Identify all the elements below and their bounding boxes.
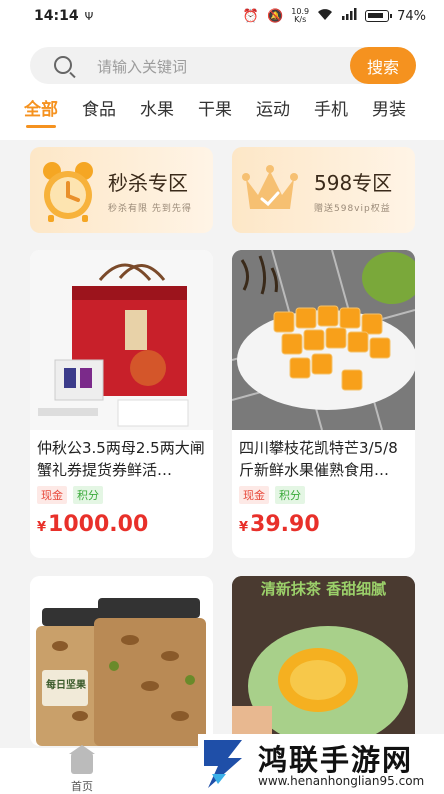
watermark-logo-icon <box>204 740 242 788</box>
price-value: 1000.00 <box>48 512 149 537</box>
promo-title: 598专区 <box>314 171 393 195</box>
598-zone-card[interactable]: 598专区 赠送598vip权益 <box>232 147 415 233</box>
nuts-jar-label: 每日坚果 <box>46 680 86 691</box>
mixed-nuts-jar-image: 每日坚果 <box>30 576 213 746</box>
tab-dried-fruit[interactable]: 干果 <box>198 90 232 130</box>
home-icon <box>69 745 95 774</box>
promo-subtitle: 秒杀有限 先到先得 <box>108 204 192 214</box>
product-price: ¥39.90 <box>232 504 415 537</box>
search-input[interactable]: 请输入关键词 <box>97 56 187 77</box>
watermark-title: 鸿联手游网 <box>258 743 414 777</box>
battery-percent: 74% <box>397 8 426 24</box>
search-button[interactable]: 搜索 <box>350 47 416 84</box>
signal-icon <box>341 8 357 24</box>
matcha-pastry-image: 清新抹茶 香甜细腻 <box>232 576 415 746</box>
net-speed-unit: K/s <box>294 15 307 24</box>
search-bar[interactable]: 请输入关键词 搜索 <box>30 47 416 84</box>
crown-icon <box>242 165 298 209</box>
product-card[interactable]: 仲秋公3.5两母2.5两大闸蟹礼券提货券鲜活… 现金 积分 ¥1000.00 <box>30 250 213 558</box>
search-icon <box>54 56 72 74</box>
product-card[interactable]: 每日坚果 <box>30 576 213 746</box>
wifi-icon <box>317 8 333 25</box>
tab-fruit[interactable]: 水果 <box>140 90 174 130</box>
header: 请输入关键词 搜索 全部 食品 水果 干果 运动 手机 男装 <box>0 32 444 140</box>
crab-gift-box-image <box>30 250 213 430</box>
net-speed: 10.9 K/s <box>291 8 309 24</box>
tab-phones[interactable]: 手机 <box>314 90 348 130</box>
tab-menswear[interactable]: 男装 <box>372 90 406 130</box>
product-price: ¥1000.00 <box>30 504 213 537</box>
pastry-banner: 清新抹茶 香甜细腻 <box>232 580 415 598</box>
pastry-banner-text: 清新抹茶 香甜细腻 <box>260 580 387 598</box>
usb-icon: Ψ <box>84 9 94 23</box>
currency-symbol: ¥ <box>239 520 249 535</box>
nav-home[interactable]: 首页 <box>62 745 102 794</box>
battery-icon <box>365 10 393 22</box>
price-value: 39.90 <box>250 512 320 537</box>
product-card[interactable]: 清新抹茶 香甜细腻 <box>232 576 415 746</box>
tab-sports[interactable]: 运动 <box>256 90 290 130</box>
alarm-icon: ⏰ <box>242 8 260 24</box>
currency-symbol: ¥ <box>37 520 47 535</box>
watermark: 鸿联手游网 www.henanhonglian95.com <box>198 734 444 794</box>
alarm-clock-icon <box>43 162 93 222</box>
flash-sale-card[interactable]: 秒杀专区 秒杀有限 先到先得 <box>30 147 213 233</box>
status-time: 14:14 <box>34 8 79 24</box>
product-title: 四川攀枝花凯特芒3/5/8斤新鲜水果催熟食用… <box>239 439 398 479</box>
tab-food[interactable]: 食品 <box>82 90 116 130</box>
status-bar: 14:14 Ψ ⏰ 🔕 10.9 K/s 74% <box>0 0 444 32</box>
nav-home-label: 首页 <box>71 780 93 793</box>
tab-all[interactable]: 全部 <box>24 90 58 130</box>
product-title: 仲秋公3.5两母2.5两大闸蟹礼券提货券鲜活… <box>37 439 205 479</box>
points-tag: 积分 <box>275 486 305 504</box>
watermark-url: www.henanhonglian95.com <box>258 774 425 788</box>
promo-subtitle: 赠送598vip权益 <box>314 204 391 214</box>
mute-icon: 🔕 <box>267 8 284 24</box>
cash-tag: 现金 <box>37 486 67 504</box>
promo-title: 秒杀专区 <box>108 171 188 195</box>
category-tabs: 全部 食品 水果 干果 运动 手机 男装 <box>0 90 444 130</box>
product-card[interactable]: 四川攀枝花凯特芒3/5/8斤新鲜水果催熟食用… 现金 积分 ¥39.90 <box>232 250 415 558</box>
cash-tag: 现金 <box>239 486 269 504</box>
points-tag: 积分 <box>73 486 103 504</box>
mango-image <box>232 250 415 430</box>
